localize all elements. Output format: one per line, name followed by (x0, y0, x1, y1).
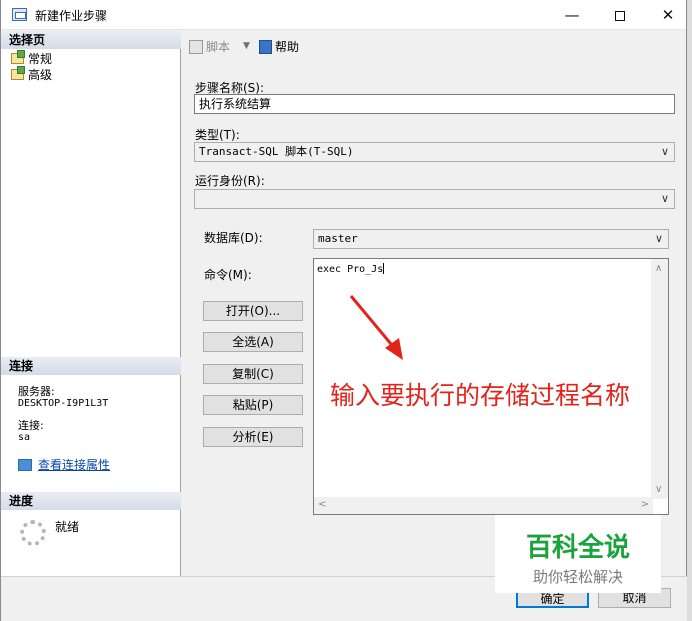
command-value: exec Pro_Js (317, 264, 384, 275)
run-as-select[interactable]: ∨ (194, 189, 675, 209)
connection-properties-icon (18, 459, 32, 471)
close-button[interactable]: ✕ (645, 0, 691, 30)
database-select-value: master (318, 232, 358, 245)
dialog-app-icon (12, 8, 27, 21)
select-all-button[interactable]: 全选(A) (203, 332, 303, 352)
chevron-down-icon: ∨ (660, 145, 669, 158)
job-step-dialog: 新建作业步骤 — ✕ 选择页 常规 高级 连接 服务器: DESKTOP-I9P… (0, 0, 688, 621)
database-select[interactable]: master ∨ (313, 229, 669, 249)
left-panel: 选择页 常规 高级 连接 服务器: DESKTOP-I9P1L3T 连接: sa… (1, 31, 181, 576)
view-connection-properties-link[interactable]: 查看连接属性 (18, 456, 110, 473)
script-label: 脚本 (206, 40, 231, 54)
vertical-scrollbar[interactable]: ∧ ∨ (651, 259, 668, 499)
help-icon (259, 40, 272, 54)
scroll-left-icon[interactable]: < (318, 499, 326, 510)
scroll-right-icon[interactable]: > (641, 499, 649, 510)
minimize-button[interactable]: — (549, 0, 595, 30)
database-label: 数据库(D): (204, 231, 263, 245)
watermark-logo: 百科全说 助你轻松解决 (495, 515, 661, 593)
type-select[interactable]: Transact-SQL 脚本(T-SQL) ∨ (194, 142, 675, 162)
connection-label: 连接: (18, 419, 44, 432)
progress-spinner-icon (20, 520, 46, 546)
chevron-down-icon: ∨ (660, 192, 669, 205)
chevron-down-icon: ∨ (654, 232, 663, 245)
help-button[interactable]: 帮助 (259, 38, 299, 55)
page-icon (11, 50, 25, 64)
select-page-header: 选择页 (1, 31, 181, 49)
run-as-label: 运行身份(R): (195, 174, 265, 188)
script-icon (189, 40, 203, 54)
watermark-title: 百科全说 (525, 533, 630, 563)
parse-button[interactable]: 分析(E) (203, 427, 303, 447)
server-value: DESKTOP-I9P1L3T (18, 398, 109, 409)
annotation-text: 输入要执行的存储过程名称 (330, 381, 631, 410)
copy-button[interactable]: 复制(C) (203, 364, 303, 384)
scroll-up-icon[interactable]: ∧ (655, 263, 662, 274)
background-window-edge (687, 0, 692, 621)
server-label: 服务器: (18, 385, 55, 398)
script-dropdown-icon[interactable]: ▼ (243, 38, 250, 54)
annotation-arrow-icon (349, 295, 403, 360)
page-item-general[interactable]: 常规 (11, 50, 53, 66)
view-connection-properties-label: 查看连接属性 (38, 458, 111, 472)
type-label: 类型(T): (195, 128, 240, 142)
watermark-subtitle: 助你轻松解决 (532, 568, 623, 586)
page-icon (11, 66, 25, 80)
open-button[interactable]: 打开(O)... (203, 301, 303, 321)
connection-value: sa (18, 432, 31, 443)
page-item-label: 常规 (28, 52, 53, 66)
type-select-value: Transact-SQL 脚本(T-SQL) (199, 145, 354, 158)
page-item-label: 高级 (28, 68, 53, 82)
maximize-icon (615, 10, 625, 21)
command-label: 命令(M): (204, 268, 252, 282)
horizontal-scrollbar[interactable]: < > (314, 497, 653, 514)
window-title: 新建作业步骤 (35, 9, 108, 23)
page-item-advanced[interactable]: 高级 (11, 66, 53, 82)
paste-button[interactable]: 粘贴(P) (203, 395, 303, 415)
help-label: 帮助 (275, 40, 300, 54)
scroll-down-icon[interactable]: ∨ (655, 484, 662, 495)
text-cursor (383, 263, 385, 274)
progress-header: 进度 (1, 492, 181, 510)
command-text[interactable]: exec Pro_Js (317, 263, 385, 275)
title-bar: 新建作业步骤 — ✕ (1, 0, 686, 30)
connection-header: 连接 (1, 357, 181, 375)
progress-status: 就绪 (55, 520, 80, 534)
maximize-button[interactable] (597, 0, 643, 30)
step-name-input[interactable]: 执行系统结算 (194, 94, 675, 114)
script-button[interactable]: 脚本 (189, 38, 230, 55)
